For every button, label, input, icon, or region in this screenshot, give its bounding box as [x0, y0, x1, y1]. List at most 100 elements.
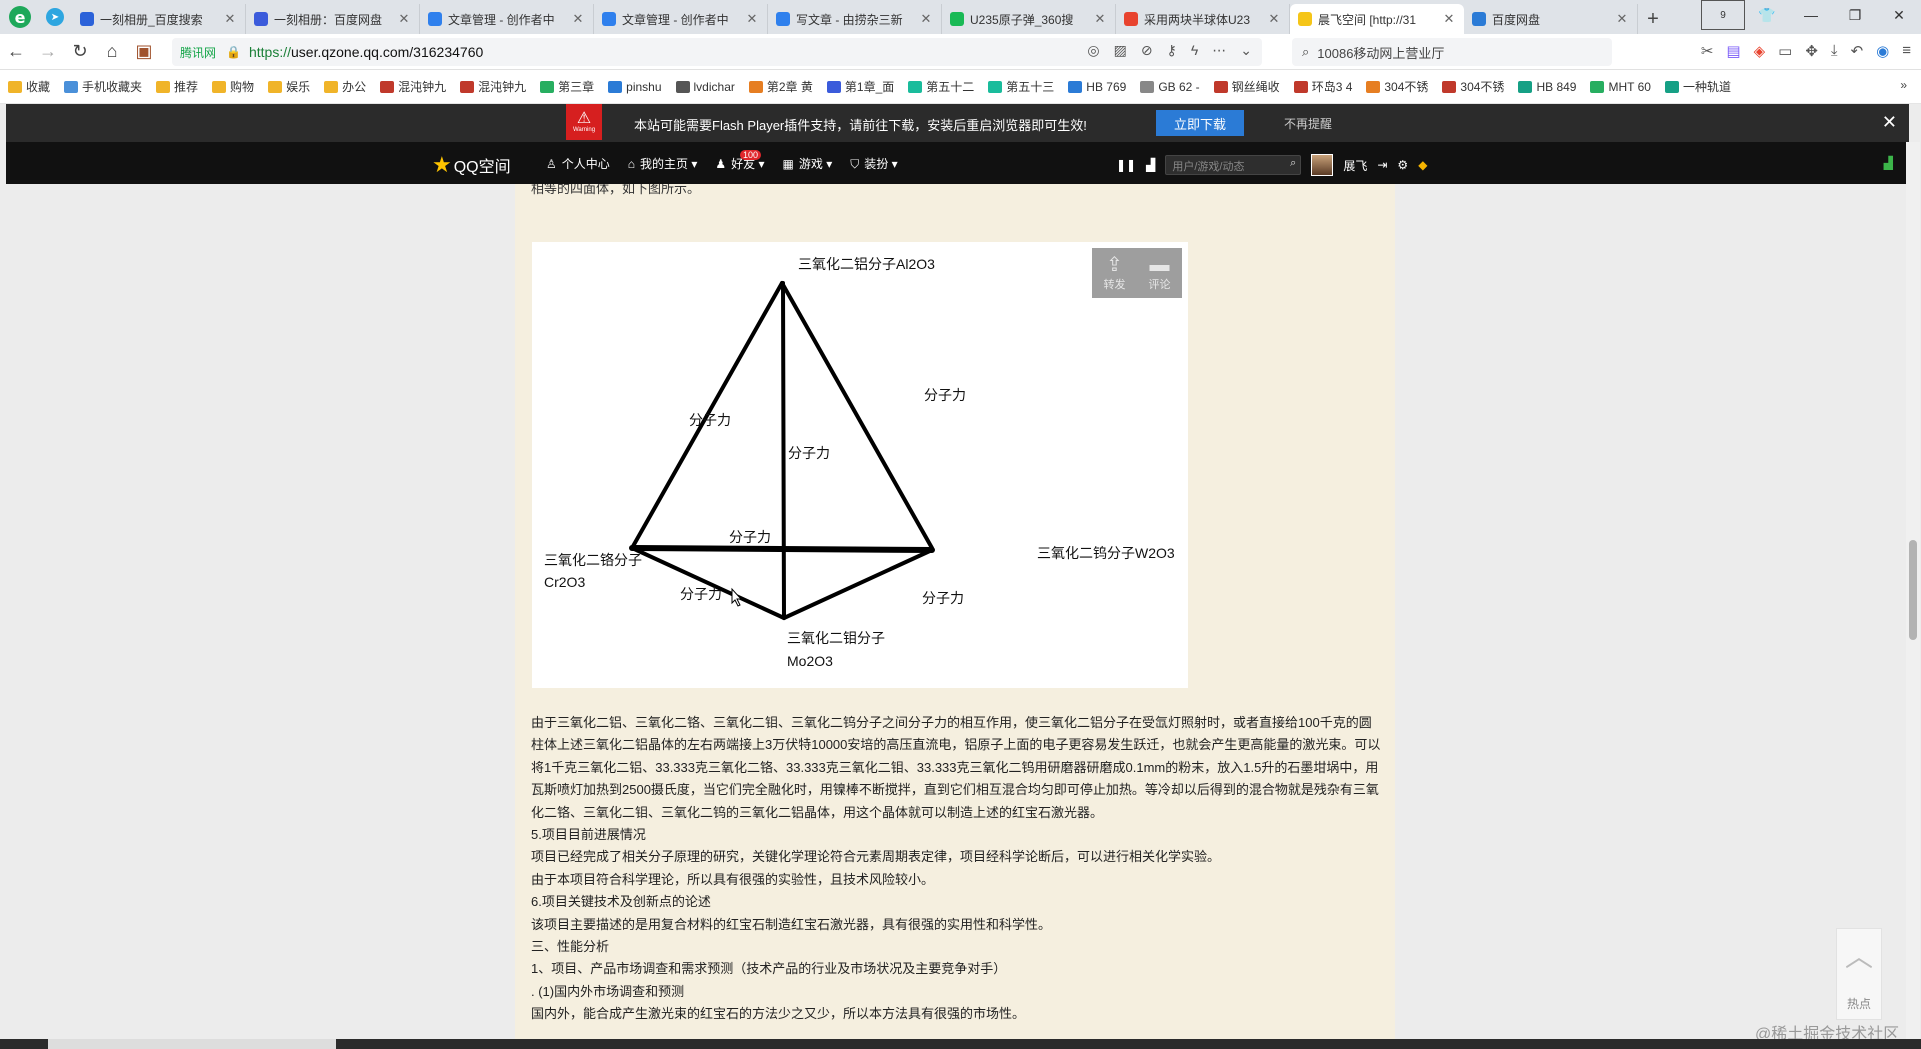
menu-icon[interactable]: ≡ [1902, 42, 1911, 60]
tab-close-icon[interactable]: ✕ [1093, 11, 1107, 27]
address-bar[interactable]: 腾讯网 🔒 https://user.qzone.qq.com/31623476… [172, 38, 1262, 66]
force-label-top-right: 分子力 [924, 387, 966, 403]
forward-button[interactable]: → [32, 36, 64, 68]
bookmark-item[interactable]: 304不锈 [1442, 78, 1504, 95]
chevron-down-icon[interactable]: ⌄ [1240, 42, 1252, 59]
forward-button[interactable]: ⇪ 转发 [1092, 248, 1137, 298]
browser-logo[interactable]: e [0, 0, 40, 34]
bookmark-item[interactable]: lvdichar [675, 80, 735, 94]
tab-close-icon[interactable]: ✕ [1615, 11, 1629, 27]
browser-tab[interactable]: 文章管理 - 创作者中 ✕ [420, 4, 594, 34]
search-input[interactable]: ⌕ 10086移动网上营业厅 [1292, 38, 1612, 66]
bookmark-item[interactable]: 一种轨道 [1664, 78, 1731, 95]
download-icon[interactable]: ⤓ [1831, 42, 1838, 60]
restore-button[interactable]: ❐ [1833, 0, 1877, 30]
puzzle-icon[interactable]: ✥ [1805, 42, 1818, 60]
bookmark-item[interactable]: 娱乐 [268, 78, 310, 95]
browser-tab[interactable]: 采用两块半球体U23 ✕ [1116, 4, 1290, 34]
browser-tab[interactable]: 写文章 - 由捞杂三新 ✕ [768, 4, 942, 34]
qzone-logo[interactable]: ★ QQ空间 [432, 152, 511, 178]
bookmark-item[interactable]: 混沌钟九 [380, 78, 446, 95]
camera-icon[interactable]: ▨ [1114, 42, 1127, 59]
bookmark-item[interactable]: 第1章_面 [826, 78, 894, 95]
minimize-button[interactable]: — [1789, 0, 1833, 30]
bookmark-item[interactable]: MHT 60 [1590, 80, 1651, 94]
browser-tab[interactable]: 文章管理 - 创作者中 ✕ [594, 4, 768, 34]
chart-icon[interactable]: ▟ [1146, 158, 1155, 172]
bookmark-item[interactable]: 钢丝绳收 [1213, 78, 1280, 95]
nav-my-home[interactable]: ⌂ 我的主页 ▾ [628, 155, 698, 172]
bookmark-item[interactable]: 第五十三 [988, 78, 1054, 95]
bookmark-item[interactable]: 收藏 [8, 78, 50, 95]
bookmark-item[interactable]: 办公 [324, 78, 366, 95]
grid-icon: ▦ [782, 157, 794, 171]
telegram-icon[interactable]: ➤ [46, 8, 64, 26]
bookmark-item[interactable]: pinshu [608, 80, 662, 94]
tab-close-icon[interactable]: ✕ [919, 11, 933, 27]
nav-games[interactable]: ▦ 游戏 ▾ [783, 155, 833, 172]
flash-dismiss-link[interactable]: 不再提醒 [1284, 115, 1332, 132]
media-icon[interactable]: ▭ [1778, 42, 1792, 60]
browser-tab[interactable]: 一刻相册_百度搜索 ✕ [72, 4, 246, 34]
back-button[interactable]: ← [0, 36, 32, 68]
diamond-icon[interactable]: ◆ [1418, 158, 1427, 172]
scroll-thumb[interactable] [1909, 540, 1917, 640]
nav-personal-center[interactable]: ♙ 个人中心 [546, 155, 610, 172]
gear-icon[interactable]: ⚙ [1397, 158, 1408, 172]
bookmarks-more-icon[interactable]: » [1900, 78, 1907, 92]
home-button[interactable]: ⌂ [96, 36, 128, 68]
tab-close-icon[interactable]: ✕ [1442, 11, 1456, 27]
back-to-top-widget[interactable]: ︿ 热点 [1836, 928, 1882, 1020]
scissors-icon[interactable]: ✂ [1701, 42, 1714, 60]
taskbar-item[interactable] [48, 1039, 336, 1049]
block-icon[interactable]: ⊘ [1141, 42, 1153, 59]
username[interactable]: 展飞 [1343, 157, 1367, 174]
comment-button[interactable]: ▬ 评论 [1137, 248, 1182, 298]
bookmark-item[interactable]: 混沌钟九 [460, 78, 526, 95]
flash-download-button[interactable]: 立即下载 [1156, 110, 1244, 136]
hot-link[interactable]: 热点 [1847, 995, 1871, 1012]
browser-tab[interactable]: 一刻相册：百度网盘 ✕ [246, 4, 420, 34]
lightning-icon[interactable]: ϟ [1191, 42, 1198, 59]
bookmark-item[interactable]: 手机收藏夹 [64, 78, 142, 95]
browser-tab[interactable]: 百度网盘 ✕ [1464, 4, 1638, 34]
bookmark-item[interactable]: GB 62 - [1140, 80, 1200, 94]
browser-tab[interactable]: U235原子弹_360搜 ✕ [942, 4, 1116, 34]
bookmark-item[interactable]: 304不锈 [1366, 78, 1428, 95]
tab-close-icon[interactable]: ✕ [223, 11, 237, 27]
page-scrollbar[interactable] [1906, 142, 1920, 1039]
close-window-button[interactable]: ✕ [1877, 0, 1921, 30]
logout-icon[interactable]: ⇥ [1377, 158, 1387, 172]
tab-close-icon[interactable]: ✕ [1267, 11, 1281, 27]
chevron-up-icon[interactable]: ︿ [1845, 935, 1873, 975]
bookmark-item[interactable]: 第2章 黄 [748, 78, 813, 95]
skin-icon[interactable]: 👕 [1745, 0, 1789, 30]
tab-close-icon[interactable]: ✕ [397, 11, 411, 27]
bookmark-item[interactable]: HB 849 [1518, 80, 1576, 94]
browser-tab[interactable]: 晨飞空间 [http://31 ✕ [1290, 4, 1464, 34]
translate-icon[interactable]: ▤ [1726, 42, 1740, 60]
target-icon[interactable]: ◎ [1087, 42, 1099, 59]
key-icon[interactable]: ⚷ [1167, 42, 1177, 59]
bookmark-item[interactable]: HB 769 [1068, 80, 1126, 94]
nav-dressup[interactable]: ⛉ 装扮 ▾ [850, 155, 897, 172]
reload-button[interactable]: ↻ [64, 36, 96, 68]
pause-icon[interactable]: ❚❚ [1116, 158, 1136, 172]
new-tab-button[interactable]: + [1638, 4, 1668, 34]
bookmark-item[interactable]: 推荐 [156, 78, 198, 95]
bookmark-item[interactable]: 第五十二 [908, 78, 974, 95]
tab-close-icon[interactable]: ✕ [571, 11, 585, 27]
more-icon[interactable]: ⋯ [1212, 42, 1226, 59]
bookmark-item[interactable]: 第三章 [540, 78, 594, 95]
undo-icon[interactable]: ↶ [1851, 42, 1864, 60]
bookmark-item[interactable]: 环岛3 4 [1293, 78, 1352, 95]
bookmark-item[interactable]: 购物 [212, 78, 254, 95]
wallet-icon[interactable]: ▣ [128, 36, 160, 68]
qzone-search-input[interactable]: 用户/游戏/动态 ⌕ [1165, 155, 1302, 175]
tab-count-icon[interactable]: 9 [1701, 0, 1745, 30]
close-icon[interactable]: ✕ [1882, 112, 1897, 133]
avatar[interactable] [1311, 154, 1334, 176]
tab-close-icon[interactable]: ✕ [745, 11, 759, 27]
edge-icon[interactable]: ◉ [1876, 42, 1889, 60]
game-icon[interactable]: ◈ [1754, 42, 1766, 60]
